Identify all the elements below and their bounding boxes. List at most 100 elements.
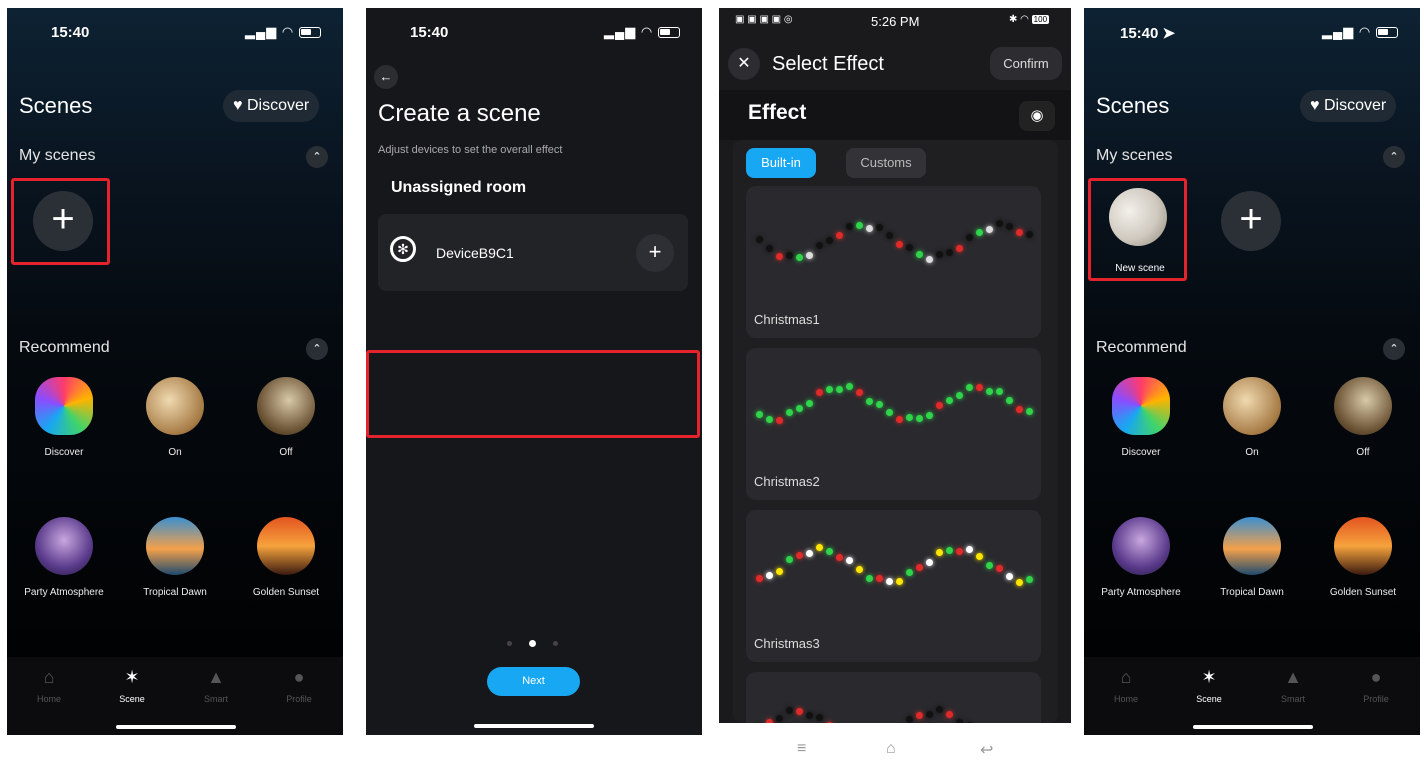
- light-dot: [946, 396, 953, 404]
- home-indicator: [474, 724, 594, 728]
- back-icon[interactable]: ↩: [980, 740, 993, 760]
- recommend-item-tropical[interactable]: Tropical Dawn: [125, 517, 225, 598]
- tab-bar: ⌂ Home ✶ Scene ▲ Smart ● Profile: [7, 657, 343, 735]
- light-dot: [876, 574, 883, 582]
- light-dot: [1026, 408, 1033, 416]
- light-dot: [986, 387, 993, 395]
- light-dot: [976, 553, 983, 561]
- recommend-item-party[interactable]: Party Atmosphere: [1091, 517, 1191, 598]
- light-dot: [966, 546, 973, 554]
- home-indicator: [116, 725, 236, 729]
- scene-thumbnail: [257, 377, 315, 435]
- battery-icon: [1375, 27, 1398, 39]
- discover-button[interactable]: ♥ Discover: [223, 90, 320, 122]
- tab-smart[interactable]: ▲ Smart: [186, 667, 246, 704]
- light-dot: [956, 392, 963, 400]
- add-scene-button[interactable]: +: [1221, 191, 1281, 251]
- tab-scene[interactable]: ✶ Scene: [1179, 667, 1239, 704]
- light-dot: [826, 237, 833, 245]
- effect-card-christmas3[interactable]: Christmas3: [746, 510, 1041, 662]
- chevron-up-icon: ⌃: [1389, 151, 1399, 163]
- light-dot: [1016, 579, 1023, 587]
- recommend-heading: Recommend: [1096, 339, 1187, 356]
- next-button[interactable]: Next: [487, 667, 580, 696]
- confirm-button[interactable]: Confirm: [990, 47, 1062, 80]
- my-scenes-heading: My scenes: [1096, 147, 1173, 164]
- light-dot: [976, 384, 983, 391]
- collapse-my-scenes-button[interactable]: ⌃: [306, 146, 328, 168]
- close-button[interactable]: ✕: [728, 48, 760, 80]
- page-title: Scenes: [1096, 93, 1170, 118]
- smart-icon: ▲: [207, 667, 225, 687]
- recommend-label: Golden Sunset: [1329, 587, 1397, 598]
- tab-profile[interactable]: ● Profile: [269, 667, 329, 704]
- status-icons: ✱ ◠ 100: [1009, 14, 1050, 25]
- recommend-item-on[interactable]: On: [125, 377, 225, 458]
- highlight-box: [366, 350, 700, 438]
- chevron-up-icon: ⌃: [1389, 343, 1399, 355]
- tab-home[interactable]: ⌂ Home: [19, 667, 79, 704]
- recommend-item-tropical[interactable]: Tropical Dawn: [1202, 517, 1302, 598]
- menu-icon[interactable]: ≡: [797, 740, 806, 758]
- light-dot: [796, 253, 803, 261]
- light-dot: [946, 249, 953, 257]
- light-dot: [776, 252, 783, 260]
- light-dot: [916, 251, 923, 259]
- scenes-screen-updated: 15:40 ➤ ▂▄▆ ◠ Scenes ♥ Discover My scene…: [1084, 8, 1420, 735]
- recommend-item-party[interactable]: Party Atmosphere: [14, 517, 114, 598]
- recommend-item-golden[interactable]: Golden Sunset: [1313, 517, 1413, 598]
- effect-card-christmas2[interactable]: Christmas2: [746, 348, 1041, 500]
- light-dot: [826, 547, 833, 555]
- add-scene-button[interactable]: +: [33, 191, 93, 251]
- chevron-up-icon: ⌃: [312, 151, 322, 163]
- light-dot: [916, 414, 923, 422]
- tab-home[interactable]: ⌂ Home: [1096, 667, 1156, 704]
- add-device-button[interactable]: +: [636, 234, 674, 272]
- light-preview: [746, 530, 1041, 600]
- light-dot: [916, 564, 923, 572]
- back-button[interactable]: ←: [374, 65, 398, 89]
- light-dot: [916, 712, 923, 719]
- collapse-recommend-button[interactable]: ⌃: [1383, 338, 1405, 360]
- tab-built-in[interactable]: Built-in: [746, 148, 816, 178]
- light-dot: [836, 554, 843, 562]
- home-icon[interactable]: ⌂: [886, 740, 896, 758]
- recommend-item-off[interactable]: Off: [1313, 377, 1413, 458]
- tab-scene[interactable]: ✶ Scene: [102, 667, 162, 704]
- light-dot: [846, 222, 853, 230]
- light-dot: [806, 712, 813, 720]
- recommend-item-on[interactable]: On: [1202, 377, 1302, 458]
- new-scene-thumbnail[interactable]: [1109, 188, 1167, 246]
- collapse-recommend-button[interactable]: ⌃: [306, 338, 328, 360]
- light-preview: [746, 206, 1041, 276]
- discover-button[interactable]: ♥ Discover: [1300, 90, 1397, 122]
- tab-smart[interactable]: ▲ Smart: [1263, 667, 1323, 704]
- recommend-item-off[interactable]: Off: [236, 377, 336, 458]
- battery-icon: [298, 27, 321, 39]
- recommend-label: Off: [279, 447, 293, 458]
- flower-icon: [1112, 377, 1170, 435]
- hide-eye-button[interactable]: ◉: [1019, 101, 1055, 131]
- light-dot: [886, 232, 893, 240]
- light-dot: [1016, 229, 1023, 237]
- recommend-item-discover[interactable]: Discover: [1091, 377, 1191, 458]
- light-dot: [846, 383, 853, 391]
- light-dot: [866, 224, 873, 232]
- effect-card-christmas1[interactable]: Christmas1: [746, 186, 1041, 338]
- room-heading: Unassigned room: [391, 179, 527, 196]
- device-card[interactable]: ✻ DeviceB9C1 +: [378, 214, 688, 291]
- effect-card-partial[interactable]: [746, 672, 1041, 723]
- select-effect-screen: ▣ ▣ ▣ ▣ ◎ 5:26 PM ✱ ◠ 100 ✕ Select Effec…: [719, 8, 1071, 723]
- tab-customs[interactable]: Customs: [846, 148, 926, 178]
- scene-thumbnail: [1112, 517, 1170, 575]
- recommend-item-golden[interactable]: Golden Sunset: [236, 517, 336, 598]
- status-icons: ▂▄▆ ◠: [245, 24, 321, 40]
- profile-icon: ●: [1370, 667, 1382, 687]
- arrow-left-icon: ←: [379, 69, 393, 84]
- collapse-my-scenes-button[interactable]: ⌃: [1383, 146, 1405, 168]
- light-dot: [786, 251, 793, 259]
- recommend-item-discover[interactable]: Discover: [14, 377, 114, 458]
- recommend-label: Tropical Dawn: [143, 587, 207, 598]
- light-dot: [926, 255, 933, 263]
- tab-profile[interactable]: ● Profile: [1346, 667, 1406, 704]
